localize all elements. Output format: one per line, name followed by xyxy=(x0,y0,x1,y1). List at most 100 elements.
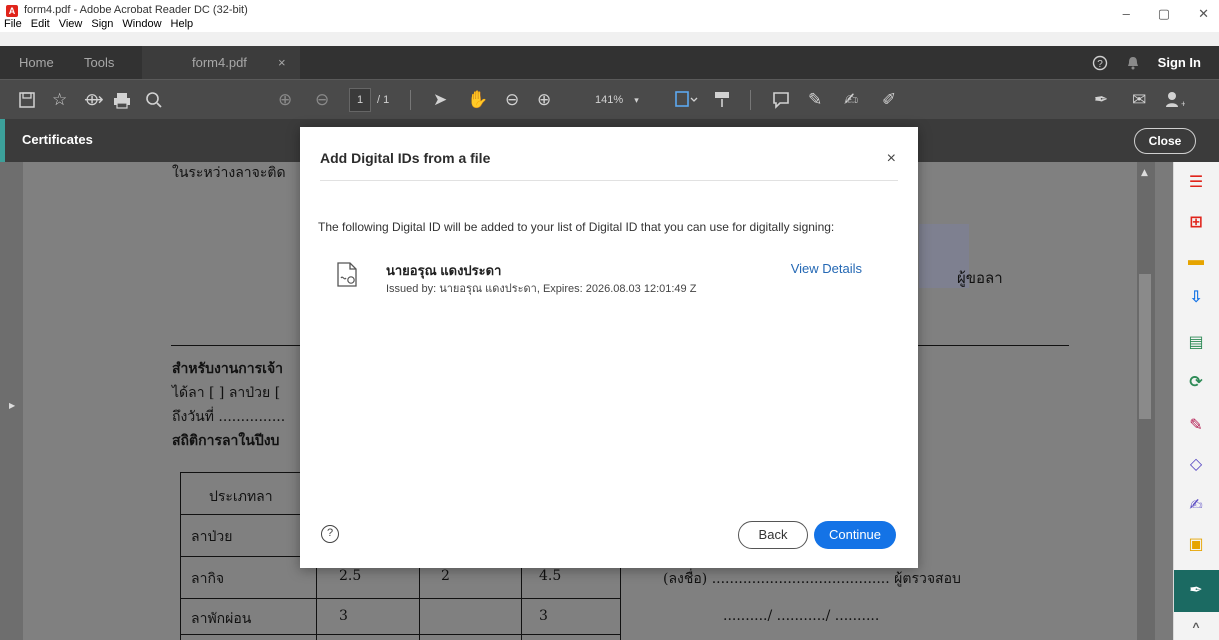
select-cursor-icon[interactable]: ➤ xyxy=(433,88,447,112)
certificates-close-button[interactable]: Close xyxy=(1134,128,1196,154)
table-cell: ลากิจ xyxy=(191,571,225,587)
page-total: / 1 xyxy=(377,94,390,106)
table-cell: 2.5 xyxy=(339,568,362,584)
save-icon[interactable] xyxy=(18,88,36,112)
table-line xyxy=(180,598,620,599)
doc-line: ผู้ขอลา xyxy=(957,269,1003,287)
digital-id-certificate-icon xyxy=(337,262,357,287)
sign-icon[interactable]: ✍ xyxy=(844,88,858,112)
menu-view[interactable]: View xyxy=(59,18,83,30)
scrollbar-thumb[interactable] xyxy=(1139,274,1151,419)
menu-edit[interactable]: Edit xyxy=(31,18,50,30)
zoom-value: 141% xyxy=(595,94,624,106)
certificates-tool-icon[interactable]: ✍ xyxy=(1185,495,1207,517)
fit-page-icon[interactable] xyxy=(674,88,698,112)
continue-button[interactable]: Continue xyxy=(814,521,896,549)
table-line xyxy=(180,472,181,640)
scroll-up-icon[interactable]: ▲ xyxy=(1141,168,1148,178)
fill-sign-icon[interactable]: ✒ xyxy=(1094,88,1108,112)
print-icon[interactable] xyxy=(113,88,131,112)
help-circle-icon[interactable]: ? xyxy=(1092,55,1108,71)
scroll-mode-icon[interactable] xyxy=(712,88,732,112)
doc-line: ในระหว่างลาจะติด xyxy=(172,165,286,181)
toolbar-divider xyxy=(410,90,411,110)
zoom-out-icon[interactable]: ⊖ xyxy=(505,88,519,112)
edit-pdf-icon[interactable]: ⟳ xyxy=(1185,372,1207,394)
comment-tool-icon[interactable]: ▬ xyxy=(1185,250,1207,272)
doc-line: ได้ลา [ ] ลาป่วย [ xyxy=(172,385,281,401)
table-cell: 4.5 xyxy=(539,568,562,584)
sign-in-link[interactable]: Sign In xyxy=(1158,55,1201,70)
menu-sign[interactable]: Sign xyxy=(91,18,113,30)
dialog-title: Add Digital IDs from a file xyxy=(320,150,491,166)
fill-and-sign-icon[interactable]: ✎ xyxy=(1185,415,1207,437)
protect-icon[interactable]: ◇ xyxy=(1185,454,1207,476)
digital-id-details: Issued by: นายอรุณ แดงประดา, Expires: 20… xyxy=(386,283,697,295)
right-tools-rail: ☰ ⊞ ▬ ⇩ ▤ ⟳ ✎ ◇ ✍ ▣ ✒ ^ xyxy=(1173,162,1219,640)
table-cell: 3 xyxy=(539,608,548,624)
tab-bar: Home Tools form4.pdf × ? Sign In xyxy=(0,46,1219,79)
minimize-button[interactable]: – xyxy=(1123,6,1130,22)
window-title: form4.pdf - Adobe Acrobat Reader DC (32-… xyxy=(24,4,248,16)
bell-icon[interactable] xyxy=(1126,55,1140,71)
expand-panel-icon[interactable]: ▶ xyxy=(9,401,15,410)
table-header: ประเภทลา xyxy=(209,489,273,505)
chevron-down-icon: ▾ xyxy=(634,95,639,105)
dialog-close-icon[interactable]: × xyxy=(887,150,896,168)
page-down-icon[interactable]: ⊖ xyxy=(315,88,329,112)
highlight-pen-icon[interactable]: ✎ xyxy=(808,88,822,112)
rail-collapse-icon[interactable]: ^ xyxy=(1185,616,1207,638)
table-cell: 3 xyxy=(339,608,348,624)
menu-help[interactable]: Help xyxy=(171,18,194,30)
add-user-icon[interactable]: + xyxy=(1165,88,1186,112)
tab-document[interactable]: form4.pdf × xyxy=(142,46,300,79)
certificates-accent xyxy=(0,119,5,162)
acrobat-icon: A xyxy=(6,5,18,17)
window-close-button[interactable]: ✕ xyxy=(1198,6,1209,22)
zoom-search-icon[interactable] xyxy=(145,88,163,112)
create-pdf-icon[interactable]: ⊞ xyxy=(1185,212,1207,234)
back-button[interactable]: Back xyxy=(738,521,808,549)
help-icon[interactable]: ? xyxy=(321,525,339,543)
sign-tool-icon[interactable]: ✒ xyxy=(1185,580,1207,602)
toolbar-divider xyxy=(750,90,751,110)
comment-icon[interactable] xyxy=(771,88,791,112)
doc-line: สำหรับงานการเจ้า xyxy=(172,361,284,377)
table-line xyxy=(180,634,620,635)
doc-line: สถิติการลาในปีงบ xyxy=(172,433,280,449)
view-details-link[interactable]: View Details xyxy=(791,261,862,276)
tab-tools[interactable]: Tools xyxy=(84,46,114,79)
redact-icon[interactable]: ✐ xyxy=(882,88,896,112)
organize-pages-icon[interactable]: ☰ xyxy=(1185,172,1207,194)
star-icon[interactable]: ☆ xyxy=(52,88,67,112)
email-icon[interactable]: ✉ xyxy=(1132,88,1146,112)
add-digital-id-dialog: Add Digital IDs from a file × The follow… xyxy=(300,127,918,568)
svg-text:+: + xyxy=(1181,99,1185,109)
window-controls: – ▢ ✕ xyxy=(1123,6,1209,22)
fill-form-icon[interactable]: ▤ xyxy=(1185,332,1207,354)
restore-button[interactable]: ▢ xyxy=(1158,6,1170,22)
vertical-scrollbar[interactable]: ▲ xyxy=(1137,162,1155,640)
doc-line: ........../ .........../ .......... xyxy=(723,608,880,624)
dialog-description: The following Digital ID will be added t… xyxy=(318,220,835,234)
title-bar: A form4.pdf - Adobe Acrobat Reader DC (3… xyxy=(0,0,1219,32)
menu-bar: File Edit View Sign Window Help xyxy=(4,18,193,30)
left-panel-rail: ▶ xyxy=(0,162,23,640)
page-number-input[interactable]: 1 xyxy=(349,88,371,112)
export-pdf-icon[interactable]: ⇩ xyxy=(1185,287,1207,309)
toolbar: ☆ ⟴ ⊕ ⊖ 1 / 1 ➤ ✋ ⊖ ⊕ 141% ▾ ✎ ✍ ✐ ✒ ✉ + xyxy=(0,79,1219,119)
digital-id-name: นายอรุณ แดงประดา xyxy=(386,263,502,278)
menu-window[interactable]: Window xyxy=(122,18,161,30)
table-cell: 2 xyxy=(441,568,450,584)
share-icon[interactable]: ⟴ xyxy=(84,88,104,112)
table-cell: ลาพักผ่อน xyxy=(191,611,252,627)
menu-file[interactable]: File xyxy=(4,18,22,30)
tab-home[interactable]: Home xyxy=(19,46,54,79)
zoom-in-icon[interactable]: ⊕ xyxy=(537,88,551,112)
tab-close-icon[interactable]: × xyxy=(278,46,286,79)
hand-icon[interactable]: ✋ xyxy=(467,88,488,112)
dialog-divider xyxy=(320,180,898,181)
zoom-dropdown[interactable]: 141% ▾ xyxy=(571,88,659,112)
page-up-icon[interactable]: ⊕ xyxy=(278,88,292,112)
more-tools-icon[interactable]: ▣ xyxy=(1185,534,1207,556)
